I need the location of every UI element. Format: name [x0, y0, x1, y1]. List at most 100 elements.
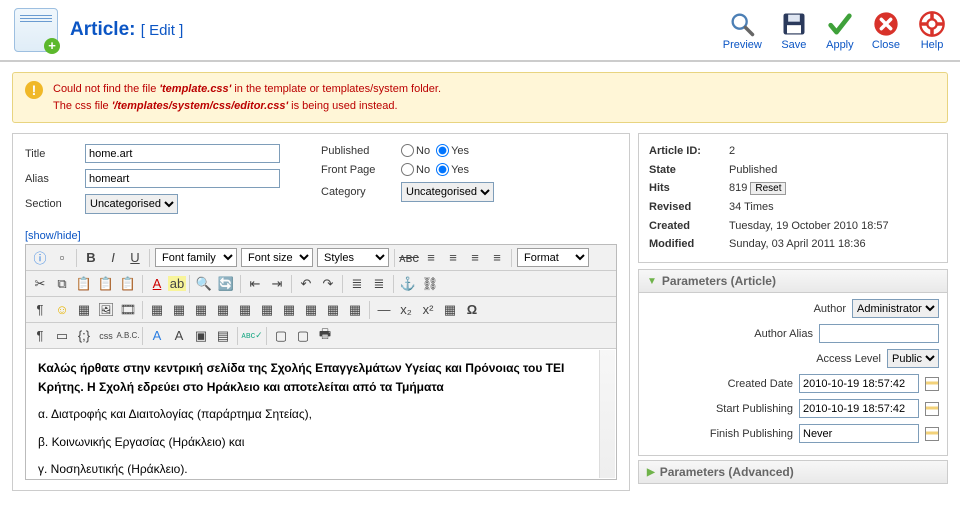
table-insert-icon[interactable]: ▦ [146, 299, 168, 320]
editor-body[interactable]: Καλώς ήρθατε στην κεντρική σελίδα της Σχ… [26, 349, 616, 479]
font-family-select[interactable]: Font family [155, 248, 237, 267]
table-col-icon[interactable]: ▦ [190, 299, 212, 320]
strikethrough-icon[interactable]: ᴀʙᴄ [398, 247, 420, 268]
frontpage-yes-radio[interactable] [436, 163, 449, 176]
abbr-icon[interactable]: A.B.C. [117, 325, 139, 346]
text-a2-icon[interactable]: A [168, 325, 190, 346]
table-row-icon[interactable]: ▦ [168, 299, 190, 320]
cut-icon[interactable]: ✂ [29, 273, 51, 294]
format-select[interactable]: Format [517, 248, 589, 267]
table-props-icon[interactable]: ▦ [278, 299, 300, 320]
delete-table-icon[interactable]: ▦ [344, 299, 366, 320]
chevron-right-icon: ▶ [647, 467, 655, 478]
css-icon[interactable]: css [95, 325, 117, 346]
cell-props-icon[interactable]: ▦ [300, 299, 322, 320]
align-right-icon[interactable]: ≡ [464, 247, 486, 268]
preview-button[interactable]: Preview [723, 10, 762, 51]
emoji-icon[interactable]: ☺ [51, 299, 73, 320]
table-split-icon[interactable]: ▦ [234, 299, 256, 320]
image-icon[interactable]: 🖼 [95, 299, 117, 320]
calendar-icon[interactable] [925, 377, 939, 391]
table-merge-icon[interactable]: ▦ [256, 299, 278, 320]
frontpage-no-radio[interactable] [401, 163, 414, 176]
replace-icon[interactable]: 🔄 [215, 273, 237, 294]
finish-pub-input[interactable] [799, 424, 919, 443]
paste-text-icon[interactable]: 📋 [95, 273, 117, 294]
preview-ed-icon[interactable]: ▢ [292, 325, 314, 346]
anchor-icon[interactable]: ⚓ [397, 273, 419, 294]
spellcheck-icon[interactable]: ᴀʙᴄ✓ [241, 325, 263, 346]
media-icon[interactable]: ▦ [73, 299, 95, 320]
title-label: Title [25, 148, 85, 160]
print-icon[interactable]: 🖶 [314, 325, 336, 346]
italic-button[interactable]: I [102, 247, 124, 268]
editor-toolbar-4: ¶ ▭ {;} css A.B.C. A A ▣ ▤ ᴀʙᴄ✓ ▢ ▢ 🖶 [26, 323, 616, 349]
rich-text-editor: ⓘ ▫ B I U Font family Font size Styles ᴀ… [25, 244, 617, 480]
close-button[interactable]: Close [872, 10, 900, 51]
template-icon[interactable]: ▤ [212, 325, 234, 346]
showhide-toggle[interactable]: [show/hide] [25, 230, 617, 242]
author-alias-input[interactable] [819, 324, 939, 343]
paste-word-icon[interactable]: 📋 [117, 273, 139, 294]
char-icon[interactable]: Ω [461, 299, 483, 320]
find-icon[interactable]: 🔍 [193, 273, 215, 294]
bgcolor-icon[interactable]: ab [168, 276, 186, 291]
editor-toolbar-2: ✂ ⧉ 📋 📋 📋 A ab 🔍 🔄 ⇤ ⇥ ↶ ↷ ≣ ≣ [26, 271, 616, 297]
access-level-select[interactable]: Public [887, 349, 939, 368]
film-icon[interactable]: 🎞 [117, 299, 139, 320]
section-label: Section [25, 198, 85, 210]
grid-icon[interactable]: ▦ [439, 299, 461, 320]
close-icon [872, 10, 900, 38]
reset-hits-button[interactable]: Reset [750, 182, 786, 195]
lifesaver-icon [918, 10, 946, 38]
div-icon[interactable]: ▭ [51, 325, 73, 346]
alias-input[interactable] [85, 169, 280, 188]
published-yes-radio[interactable] [436, 144, 449, 157]
styles-select[interactable]: Styles [317, 248, 389, 267]
apply-button[interactable]: Apply [826, 10, 854, 51]
editor-toolbar-1: ⓘ ▫ B I U Font family Font size Styles ᴀ… [26, 245, 616, 271]
underline-button[interactable]: U [124, 247, 146, 268]
params-article-header[interactable]: ▼ Parameters (Article) [638, 269, 948, 293]
outdent-icon[interactable]: ⇤ [244, 273, 266, 294]
sub-icon[interactable]: x₂ [395, 299, 417, 320]
layer-icon[interactable]: ▣ [190, 325, 212, 346]
paste-icon[interactable]: 📋 [73, 273, 95, 294]
published-no-radio[interactable] [401, 144, 414, 157]
save-button[interactable]: Save [780, 10, 808, 51]
title-input[interactable] [85, 144, 280, 163]
help-icon[interactable]: ⓘ [29, 247, 51, 268]
font-size-select[interactable]: Font size [241, 248, 313, 267]
copy-icon[interactable]: ⧉ [51, 273, 73, 294]
start-pub-input[interactable] [799, 399, 919, 418]
calendar-icon[interactable] [925, 427, 939, 441]
section-select[interactable]: Uncategorised [85, 194, 178, 214]
unlink-icon[interactable]: ⛓ [419, 273, 441, 294]
text-a-icon[interactable]: A [146, 325, 168, 346]
align-left-icon[interactable]: ≡ [420, 247, 442, 268]
author-select[interactable]: Administrator [852, 299, 939, 318]
indent-icon[interactable]: ⇥ [266, 273, 288, 294]
bold-button[interactable]: B [80, 247, 102, 268]
redo-icon[interactable]: ↷ [317, 273, 339, 294]
number-list-icon[interactable]: ≣ [368, 273, 390, 294]
calendar-icon[interactable] [925, 402, 939, 416]
sup-icon[interactable]: x² [417, 299, 439, 320]
fullscreen-icon[interactable]: ▢ [270, 325, 292, 346]
textcolor-icon[interactable]: A [146, 273, 168, 294]
align-justify-icon[interactable]: ≡ [486, 247, 508, 268]
para-icon[interactable]: ¶ [29, 299, 51, 320]
newdoc-icon[interactable]: ▫ [51, 247, 73, 268]
bullet-list-icon[interactable]: ≣ [346, 273, 368, 294]
align-center-icon[interactable]: ≡ [442, 247, 464, 268]
help-button[interactable]: Help [918, 10, 946, 51]
category-select[interactable]: Uncategorised [401, 182, 494, 202]
code-icon[interactable]: {;} [73, 325, 95, 346]
undo-icon[interactable]: ↶ [295, 273, 317, 294]
table-del-icon[interactable]: ▦ [212, 299, 234, 320]
hr-icon[interactable]: — [373, 299, 395, 320]
created-date-input[interactable] [799, 374, 919, 393]
row-props-icon[interactable]: ▦ [322, 299, 344, 320]
params-advanced-header[interactable]: ▶ Parameters (Advanced) [638, 460, 948, 484]
quote-icon[interactable]: ¶ [29, 325, 51, 346]
